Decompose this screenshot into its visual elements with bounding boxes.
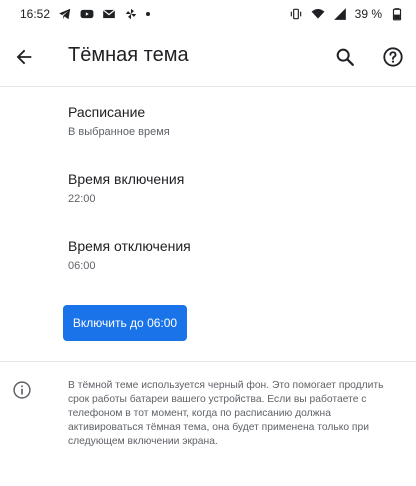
- pref-end-time[interactable]: Время отключения 06:00: [68, 237, 398, 273]
- back-button[interactable]: [8, 41, 40, 73]
- arrow-back-icon: [16, 49, 32, 65]
- pref-schedule[interactable]: Расписание В выбранное время: [68, 103, 398, 139]
- search-icon: [336, 48, 354, 66]
- pinwheel-icon: [124, 7, 138, 21]
- status-time: 16:52: [20, 7, 51, 21]
- page-title: Тёмная тема: [68, 44, 189, 66]
- youtube-icon: [80, 7, 94, 21]
- pref-start-time[interactable]: Время включения 22:00: [68, 170, 398, 206]
- footer-description: В тёмной теме используется черный фон. Э…: [68, 380, 384, 447]
- app-bar: Тёмная тема: [0, 28, 416, 86]
- turn-on-until-button[interactable]: Включить до 06:00: [63, 305, 187, 341]
- pref-schedule-summary: В выбранное время: [68, 126, 170, 138]
- section-divider: [0, 361, 416, 362]
- vibrate-icon: [289, 7, 303, 21]
- status-bar: 16:52 39 %: [0, 0, 416, 28]
- help-icon: [383, 47, 403, 67]
- help-button[interactable]: [377, 41, 409, 73]
- search-button[interactable]: [329, 41, 361, 73]
- signal-icon: [333, 7, 347, 21]
- info-icon: [13, 381, 31, 399]
- pref-end-time-summary: 06:00: [68, 260, 96, 272]
- pref-schedule-title: Расписание: [68, 104, 146, 120]
- pref-start-time-summary: 22:00: [68, 193, 96, 205]
- pref-start-time-title: Время включения: [68, 171, 185, 187]
- wifi-icon: [311, 7, 325, 21]
- app-bar-divider: [0, 86, 416, 87]
- battery-icon: [390, 7, 404, 21]
- pref-end-time-title: Время отключения: [68, 238, 191, 254]
- gmail-icon: [102, 7, 116, 21]
- telegram-icon: [58, 7, 72, 21]
- battery-percent: 39 %: [354, 7, 382, 21]
- dot-icon: [146, 12, 151, 16]
